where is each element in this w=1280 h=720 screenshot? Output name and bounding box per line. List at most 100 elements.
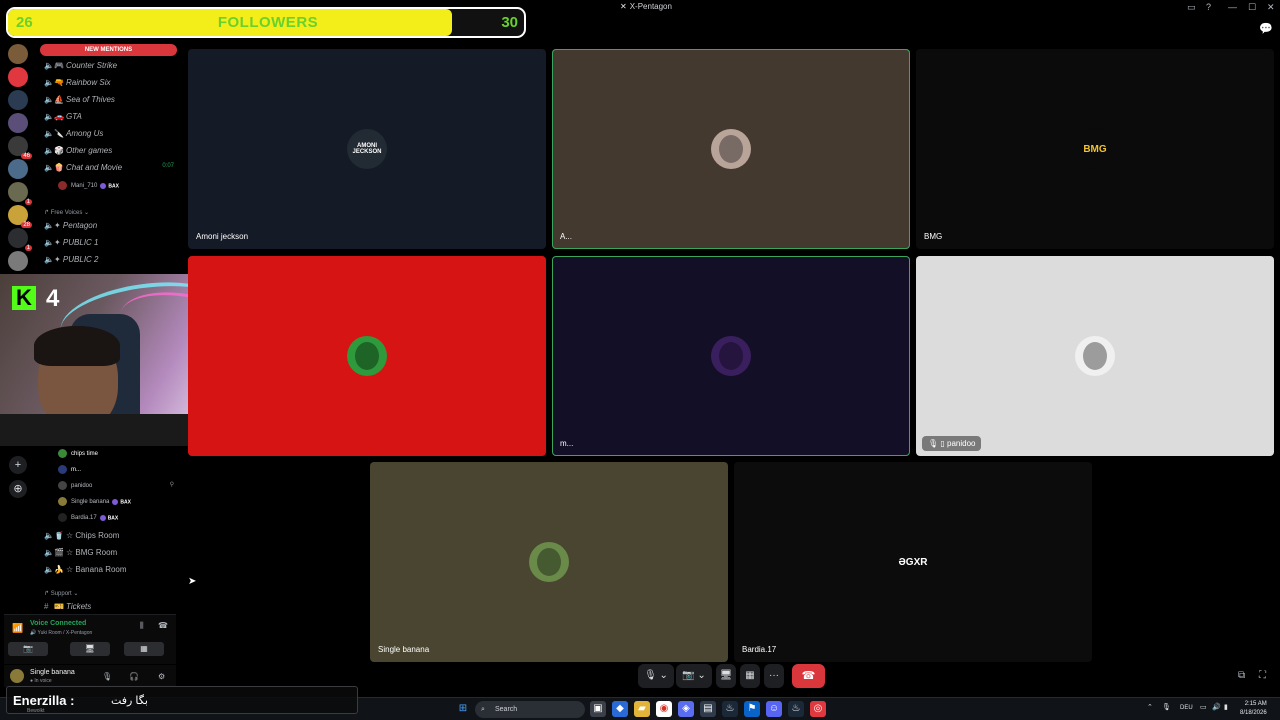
server-icon[interactable] — [8, 251, 28, 271]
voice-member[interactable]: chips time — [58, 449, 98, 463]
server-icon[interactable]: 28 — [8, 205, 32, 228]
app-icon[interactable]: ⚑ — [744, 701, 760, 717]
screen-share-control[interactable]: 🖥 — [716, 664, 736, 688]
hangup-button[interactable]: ☎ — [792, 664, 825, 688]
taskbar-search[interactable]: ⌕ Search — [475, 701, 585, 718]
channel-banana-room[interactable]: 🔈🍌 ☆ Banana Room — [44, 565, 178, 580]
camera-toggle-button[interactable]: 📷 — [8, 642, 48, 656]
avatar — [58, 465, 67, 474]
app-icon[interactable]: ◎ — [810, 701, 826, 717]
screen-share-button[interactable]: 🖥 — [70, 642, 110, 656]
channel-label: ☆ Banana Room — [66, 565, 127, 574]
followers-current: 26 — [16, 14, 33, 31]
gear-icon[interactable]: ⚙ — [158, 672, 165, 681]
member-name: m... — [71, 467, 81, 474]
app-icon[interactable]: ◈ — [678, 701, 694, 717]
add-server-button[interactable]: + — [9, 456, 27, 474]
chat-bubble-icon[interactable]: 💬 — [1259, 22, 1273, 35]
channel-other-games[interactable]: 🔈🎲 Other games — [44, 146, 178, 161]
user-name[interactable]: Single banana — [30, 669, 75, 676]
file-explorer-icon[interactable]: ▰ — [634, 701, 650, 717]
headphones-icon[interactable]: 🎧 — [129, 672, 139, 681]
steam-icon[interactable]: ♨ — [788, 701, 804, 717]
signal-icon[interactable]: 📶 — [12, 623, 23, 634]
voice-member[interactable]: Single banana BAX — [58, 497, 131, 511]
activity-control[interactable]: ▦ — [740, 664, 760, 688]
voice-member[interactable]: panidoo ⚲ — [58, 481, 174, 495]
activities-button[interactable]: ▦ — [124, 642, 164, 656]
server-icon[interactable]: 1 — [8, 182, 32, 205]
server-icon[interactable]: 1 — [8, 228, 32, 251]
server-icon[interactable] — [8, 67, 28, 87]
participant-avatar — [1075, 336, 1115, 376]
video-tile[interactable]: A... — [552, 49, 910, 249]
followers-goal: 30 — [501, 14, 518, 31]
camera-control[interactable]: 📷 ⌄ — [676, 664, 712, 688]
video-tile[interactable]: 🎙 ▯ panidoo — [916, 256, 1274, 456]
channel-pentagon[interactable]: 🔈✦ Pentagon — [44, 221, 178, 236]
chrome-icon[interactable]: ◉ — [656, 701, 672, 717]
channel-public-2[interactable]: 🔈✦ PUBLIC 2 — [44, 255, 178, 270]
video-tile[interactable]: AMONI JECKSON Amoni jeckson — [188, 49, 546, 249]
windows-start-icon[interactable]: ⊞ — [455, 701, 471, 717]
close-button[interactable]: ✕ — [1267, 2, 1275, 13]
voice-member[interactable]: Mani_710 BAX — [58, 181, 119, 195]
help-icon[interactable]: ? — [1206, 2, 1211, 12]
video-tile[interactable]: BMG BMG — [916, 49, 1274, 249]
minimize-button[interactable]: — — [1228, 2, 1237, 12]
voice-location[interactable]: 🔊 Yuki Room / X-Pentagon — [30, 630, 92, 636]
voice-member[interactable]: Bardia.17 BAX — [58, 513, 118, 527]
more-control[interactable]: ··· — [764, 664, 784, 688]
explore-servers-button[interactable]: ⊕ — [9, 480, 27, 498]
avatar-text: BMG — [1083, 143, 1107, 155]
maximize-button[interactable]: ☐ — [1248, 2, 1256, 13]
mic-control[interactable]: 🎙 ⌄ — [638, 664, 674, 688]
video-tile[interactable]: ƏGXR Bardia.17 — [734, 462, 1092, 662]
task-view-icon[interactable]: ▣ — [590, 701, 606, 717]
participant-avatar — [711, 336, 751, 376]
microphone-icon[interactable]: 🎙 — [1162, 703, 1171, 711]
channel-public-1[interactable]: 🔈✦ PUBLIC 1 — [44, 238, 178, 253]
category-free-voices[interactable]: ↱ Free Voices ⌄ — [44, 209, 89, 216]
fullscreen-icon[interactable]: ⛶ — [1259, 670, 1266, 681]
channel-bmg-room[interactable]: 🔈🎬 ☆ BMG Room — [44, 548, 178, 563]
tray-chevron-icon[interactable]: ⌃ — [1147, 703, 1153, 711]
server-icon[interactable] — [8, 159, 28, 179]
server-icon[interactable] — [8, 44, 28, 64]
voice-member[interactable]: m... — [58, 465, 81, 479]
inbox-icon[interactable]: ▭ — [1187, 2, 1196, 13]
clock[interactable]: 2:15 AM 8/18/2026 — [1240, 700, 1267, 718]
network-icon[interactable]: ▭ — [1200, 703, 1207, 711]
video-tile[interactable]: m... — [552, 256, 910, 456]
channel-chips-room[interactable]: 🔈🥤 ☆ Chips Room — [44, 531, 178, 546]
new-mentions-badge[interactable]: NEW MENTIONS — [40, 44, 177, 56]
widgets-icon[interactable]: ◆ — [612, 701, 628, 717]
avatar[interactable] — [10, 669, 24, 683]
microphone-icon[interactable]: 🎙 — [102, 672, 112, 681]
battery-icon[interactable]: ▮ — [1224, 703, 1228, 711]
video-tile[interactable]: Single banana — [370, 462, 728, 662]
speaker-icon: 🔈 — [44, 163, 54, 172]
voice-connected-label[interactable]: Voice Connected — [30, 620, 86, 627]
steam-icon[interactable]: ♨ — [722, 701, 738, 717]
channel-gta[interactable]: 🔈🚗 GTA — [44, 112, 178, 127]
language-indicator[interactable]: DEU — [1180, 705, 1193, 711]
app-icon[interactable]: ▤ — [700, 701, 716, 717]
noise-suppression-icon[interactable]: ⫼ — [140, 621, 144, 631]
video-tile[interactable] — [188, 256, 546, 456]
popout-icon[interactable]: ⧉ — [1238, 670, 1245, 681]
chat-subtext: Bewolkt — [27, 708, 45, 714]
server-icon[interactable] — [8, 113, 28, 133]
channel-counter-strike[interactable]: 🔈🎮 Counter Strike — [44, 61, 178, 76]
channel-among-us[interactable]: 🔈🔪 Among Us — [44, 129, 178, 144]
server-icon[interactable] — [8, 90, 28, 110]
speaker-icon: 🔈 — [44, 112, 54, 121]
channel-chat-and-movie[interactable]: 🔈🍿 Chat and Movie 0:07 — [44, 163, 178, 178]
server-icon[interactable]: 46 — [8, 136, 32, 159]
category-support[interactable]: ↱ Support ⌄ — [44, 590, 78, 597]
disconnect-icon[interactable]: ☎ — [158, 621, 168, 630]
volume-icon[interactable]: 🔊 — [1212, 703, 1221, 711]
channel-rainbow-six[interactable]: 🔈🔫 Rainbow Six — [44, 78, 178, 93]
channel-sea-of-thives[interactable]: 🔈⛵ Sea of Thives — [44, 95, 178, 110]
discord-icon[interactable]: ☺ — [766, 701, 782, 717]
